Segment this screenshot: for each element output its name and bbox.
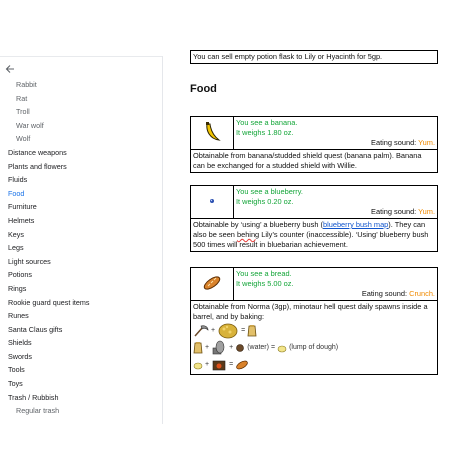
dough-icon <box>193 362 203 369</box>
recipe-flour: + = <box>193 322 435 339</box>
sidebar-item-tools[interactable]: Tools <box>0 363 162 377</box>
recipe-dough: + + (water) = (lump of dough) <box>193 339 435 356</box>
sidebar: Rabbit Rat Troll War wolf Wolf Distance weapo… <box>0 56 163 424</box>
bread-weight: It weighs 5.00 oz. <box>236 279 294 288</box>
blueberry-see: You see a blueberry. <box>236 187 303 196</box>
blueberry-bush-map-link[interactable]: blueberry bush map <box>323 220 388 229</box>
sidebar-nav: Rabbit Rat Troll War wolf Wolf Distance weapo… <box>0 78 162 418</box>
blueberry-desc: Obtainable by ‘using’ a blueberry bush (… <box>190 218 438 252</box>
bread-see: You see a bread. <box>236 269 292 278</box>
scythe-icon <box>194 324 209 336</box>
sidebar-item-plants-and-flowers[interactable]: Plants and flowers <box>0 160 162 174</box>
blueberry-table: You see a blueberry. It weighs 0.20 oz. … <box>190 185 438 252</box>
recipe-bread: + = <box>193 356 435 373</box>
dough-label: (lump of dough) <box>289 343 339 351</box>
sidebar-item-swords[interactable]: Swords <box>0 350 162 364</box>
sidebar-item-war-wolf[interactable]: War wolf <box>0 119 162 133</box>
sidebar-item-food[interactable]: Food <box>0 187 162 201</box>
banana-see: You see a banana. <box>236 118 298 127</box>
blueberry-eating: Eating sound: Yum. <box>236 207 435 217</box>
sidebar-item-keys[interactable]: Keys <box>0 228 162 242</box>
desc-text: Obtainable by ‘using’ a blueberry bush ( <box>193 220 323 229</box>
bucket-icon <box>236 343 244 352</box>
oven-icon <box>212 360 226 370</box>
equals-sign: = <box>229 360 234 368</box>
plus-sign: + <box>229 343 234 351</box>
water-label: (water) <box>247 343 269 351</box>
eat-label: Eating sound: <box>371 207 419 216</box>
bread-desc-text: Obtainable from Norma (3gp), minotaur he… <box>193 302 428 321</box>
eat-sound: Yum. <box>418 138 435 147</box>
sidebar-item-wolf[interactable]: Wolf <box>0 132 162 146</box>
blueberry-icon <box>190 185 234 219</box>
plus-sign: + <box>205 343 210 351</box>
equals-sign: = <box>270 343 276 351</box>
blueberry-weight: It weighs 0.20 oz. <box>236 197 294 206</box>
flour-icon <box>247 324 257 336</box>
eat-sound: Crunch. <box>409 289 435 298</box>
sidebar-item-trash-rubbish[interactable]: Trash / Rubbish <box>0 391 162 405</box>
bread-desc: Obtainable from Norma (3gp), minotaur he… <box>190 300 438 375</box>
eat-sound: Yum. <box>418 207 435 216</box>
sidebar-item-distance-weapons[interactable]: Distance weapons <box>0 146 162 160</box>
document: You can sell empty potion flask to Lily … <box>190 50 470 375</box>
sidebar-item-furniture[interactable]: Furniture <box>0 200 162 214</box>
sidebar-item-runes[interactable]: Runes <box>0 309 162 323</box>
bread-icon <box>236 360 248 369</box>
dough-icon <box>277 345 287 352</box>
banana-desc: Obtainable from banana/studded shield qu… <box>190 149 438 173</box>
sidebar-item-rookie-guard-quest-items[interactable]: Rookie guard quest items <box>0 296 162 310</box>
section-title-food: Food <box>190 83 217 95</box>
eat-label: Eating sound: <box>371 138 419 147</box>
sidebar-item-shields[interactable]: Shields <box>0 336 162 350</box>
misspelled-word: behing <box>236 230 260 239</box>
banana-table: You see a banana. It weighs 1.80 oz. Eat… <box>190 116 438 173</box>
top-note-table: You can sell empty potion flask to Lily … <box>190 50 438 64</box>
bread-table: You see a bread. It weighs 5.00 oz. Eati… <box>190 267 438 375</box>
sidebar-item-santa-claus-gifts[interactable]: Santa Claus gifts <box>0 323 162 337</box>
millstone-icon <box>212 340 225 354</box>
wheat-icon <box>218 323 238 338</box>
sidebar-item-fluids[interactable]: Fluids <box>0 173 162 187</box>
plus-sign: + <box>211 326 216 334</box>
sidebar-item-legs[interactable]: Legs <box>0 241 162 255</box>
sidebar-item-rings[interactable]: Rings <box>0 282 162 296</box>
blueberry-info: You see a blueberry. It weighs 0.20 oz. … <box>233 185 438 219</box>
flour-icon <box>193 341 203 353</box>
sidebar-item-regular-trash[interactable]: Regular trash <box>0 404 162 418</box>
equals-sign: = <box>241 326 246 334</box>
sidebar-item-light-sources[interactable]: Light sources <box>0 255 162 269</box>
banana-icon <box>190 116 234 150</box>
sidebar-item-rat[interactable]: Rat <box>0 92 162 106</box>
bread-icon <box>190 267 234 301</box>
banana-eating: Eating sound: Yum. <box>236 138 435 148</box>
bread-info: You see a bread. It weighs 5.00 oz. Eati… <box>233 267 438 301</box>
sidebar-divider <box>0 56 162 57</box>
top-note: You can sell empty potion flask to Lily … <box>190 50 438 64</box>
sidebar-item-troll[interactable]: Troll <box>0 105 162 119</box>
banana-info: You see a banana. It weighs 1.80 oz. Eat… <box>233 116 438 150</box>
banana-weight: It weighs 1.80 oz. <box>236 128 294 137</box>
eat-label: Eating sound: <box>361 289 410 298</box>
bread-eating: Eating sound: Crunch. <box>236 289 435 299</box>
plus-sign: + <box>205 360 210 368</box>
arrow-left-icon[interactable] <box>5 62 21 78</box>
sidebar-item-rabbit[interactable]: Rabbit <box>0 78 162 92</box>
sidebar-item-toys[interactable]: Toys <box>0 377 162 391</box>
sidebar-item-potions[interactable]: Potions <box>0 268 162 282</box>
sidebar-item-helmets[interactable]: Helmets <box>0 214 162 228</box>
